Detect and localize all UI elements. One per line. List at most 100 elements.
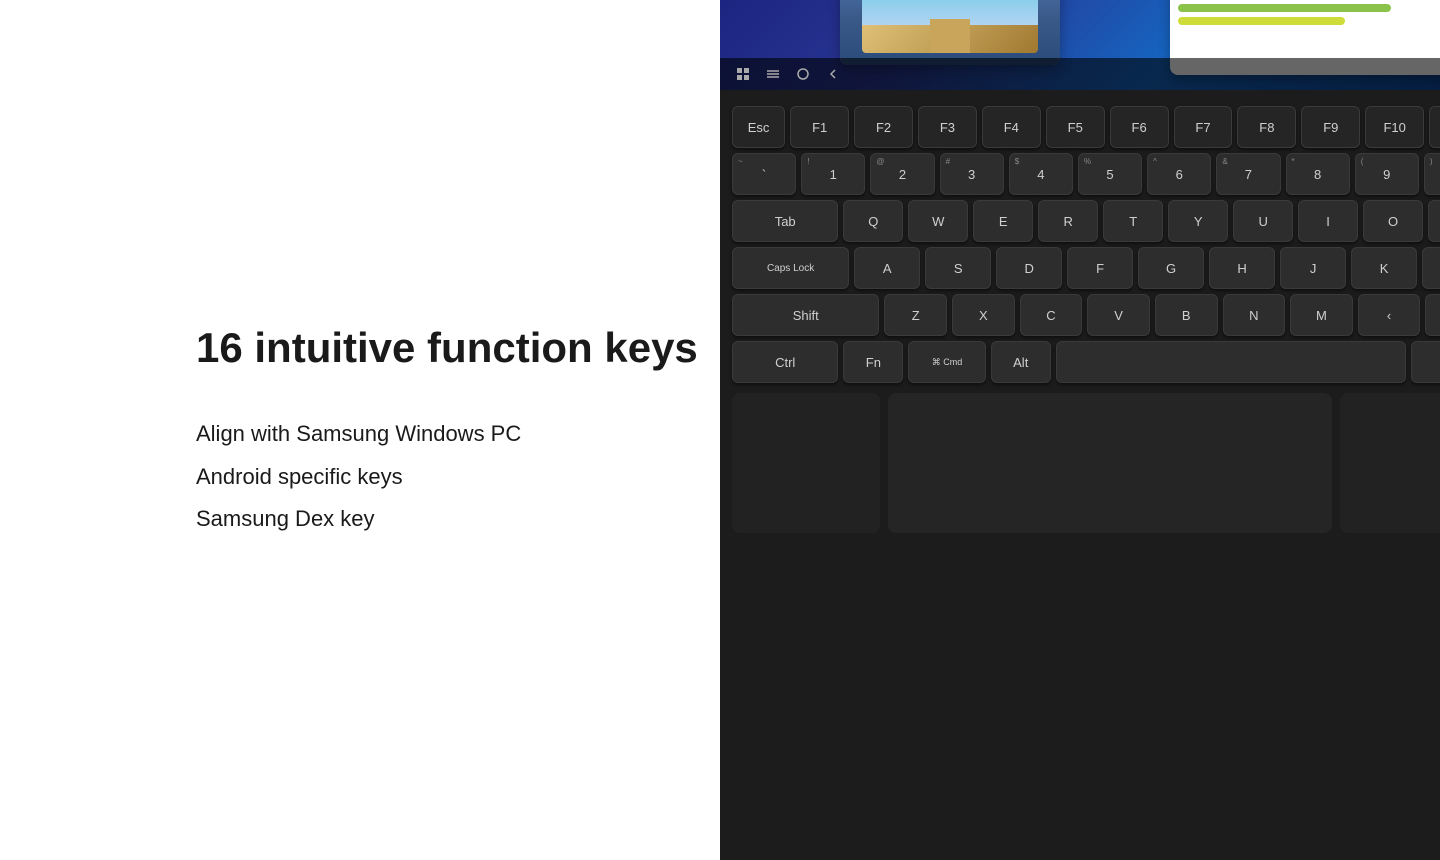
feature-item-2: Android specific keys bbox=[196, 462, 700, 493]
caps-key-row: Caps Lock A S D F G H J K L bbox=[732, 247, 1440, 289]
key-0[interactable]: ) 0 bbox=[1424, 153, 1440, 195]
key-3[interactable]: # 3 bbox=[940, 153, 1004, 195]
key-n[interactable]: N bbox=[1223, 294, 1286, 336]
key-f9-label: F9 bbox=[1323, 120, 1338, 135]
page-heading: 16 intuitive function keys bbox=[196, 325, 700, 371]
photos-window-body bbox=[840, 0, 1060, 65]
key-o[interactable]: O bbox=[1363, 200, 1423, 242]
key-z[interactable]: Z bbox=[884, 294, 947, 336]
key-space[interactable] bbox=[1056, 341, 1406, 383]
key-f6-label: F6 bbox=[1132, 120, 1147, 135]
feature-list: Align with Samsung Windows PC Android sp… bbox=[196, 419, 700, 535]
key-cmd[interactable]: ⌘ Cmd bbox=[908, 341, 985, 383]
ctrl-key-row: Ctrl Fn ⌘ Cmd Alt Lang bbox=[732, 341, 1440, 383]
key-arrow-right[interactable]: › bbox=[1425, 294, 1440, 336]
key-tab[interactable]: Tab bbox=[732, 200, 838, 242]
key-6[interactable]: ^ 6 bbox=[1147, 153, 1211, 195]
key-shift-left[interactable]: Shift bbox=[732, 294, 879, 336]
fn-key-row: Esc F1 F2 F3 F4 F5 bbox=[732, 106, 1440, 148]
key-f2[interactable]: F2 bbox=[854, 106, 913, 148]
key-l[interactable]: L bbox=[1422, 247, 1440, 289]
key-f7-label: F7 bbox=[1195, 120, 1210, 135]
taskbar-menu-icon bbox=[766, 67, 780, 81]
feature-item-1: Align with Samsung Windows PC bbox=[196, 419, 700, 450]
key-f8[interactable]: F8 bbox=[1237, 106, 1296, 148]
key-c[interactable]: C bbox=[1020, 294, 1083, 336]
taskbar bbox=[720, 58, 1440, 90]
key-4[interactable]: $ 4 bbox=[1009, 153, 1073, 195]
key-tilde[interactable]: ~ ` bbox=[732, 153, 796, 195]
key-b[interactable]: B bbox=[1155, 294, 1218, 336]
key-r[interactable]: R bbox=[1038, 200, 1098, 242]
key-caps-lock[interactable]: Caps Lock bbox=[732, 247, 849, 289]
key-f3[interactable]: F3 bbox=[918, 106, 977, 148]
photo-image bbox=[862, 0, 1038, 53]
trackpad-area bbox=[732, 393, 1440, 533]
key-f4[interactable]: F4 bbox=[982, 106, 1041, 148]
key-a[interactable]: A bbox=[854, 247, 920, 289]
key-fn[interactable]: Fn bbox=[843, 341, 903, 383]
key-1[interactable]: ! 1 bbox=[801, 153, 865, 195]
key-alt[interactable]: Alt bbox=[991, 341, 1051, 383]
key-s[interactable]: S bbox=[925, 247, 991, 289]
key-g[interactable]: G bbox=[1138, 247, 1204, 289]
left-panel: 16 intuitive function keys Align with Sa… bbox=[0, 0, 700, 860]
right-panel: Pictures Albums Daily Tra bbox=[700, 0, 1440, 860]
key-esc[interactable]: Esc bbox=[732, 106, 785, 148]
tablet-screen: Pictures Albums Daily Tra bbox=[720, 0, 1440, 90]
key-8[interactable]: * 8 bbox=[1286, 153, 1350, 195]
key-f11[interactable]: F11 bbox=[1429, 106, 1440, 148]
key-7[interactable]: & 7 bbox=[1216, 153, 1280, 195]
trackpad-main[interactable] bbox=[888, 393, 1332, 533]
key-f3-label: F3 bbox=[940, 120, 955, 135]
key-d[interactable]: D bbox=[996, 247, 1062, 289]
key-f10-label: F10 bbox=[1383, 120, 1405, 135]
key-k[interactable]: K bbox=[1351, 247, 1417, 289]
key-5[interactable]: % 5 bbox=[1078, 153, 1142, 195]
key-m[interactable]: M bbox=[1290, 294, 1353, 336]
key-f8-label: F8 bbox=[1259, 120, 1274, 135]
key-f2-label: F2 bbox=[876, 120, 891, 135]
key-arrow-left[interactable]: ‹ bbox=[1358, 294, 1421, 336]
device: Pictures Albums Daily Tra bbox=[720, 0, 1440, 860]
key-2[interactable]: @ 2 bbox=[870, 153, 934, 195]
key-f1[interactable]: F1 bbox=[790, 106, 849, 148]
taskbar-back-icon bbox=[826, 67, 840, 81]
shift-key-row: Shift Z X C V B N M ‹ › bbox=[732, 294, 1440, 336]
keyboard-body: Esc F1 F2 F3 F4 F5 bbox=[720, 90, 1440, 860]
key-w[interactable]: W bbox=[908, 200, 968, 242]
bar-chart bbox=[1170, 0, 1440, 38]
bar-2 bbox=[1178, 4, 1391, 12]
screen-content: Pictures Albums Daily Tra bbox=[720, 0, 1440, 90]
key-y[interactable]: Y bbox=[1168, 200, 1228, 242]
key-v[interactable]: V bbox=[1087, 294, 1150, 336]
key-i[interactable]: I bbox=[1298, 200, 1358, 242]
taskbar-circle-icon bbox=[796, 67, 810, 81]
key-e[interactable]: E bbox=[973, 200, 1033, 242]
trackpad-left bbox=[732, 393, 880, 533]
key-esc-label: Esc bbox=[748, 120, 770, 135]
key-f5-label: F5 bbox=[1068, 120, 1083, 135]
photos-app-window: Pictures Albums bbox=[840, 0, 1060, 65]
key-f5[interactable]: F5 bbox=[1046, 106, 1105, 148]
key-ctrl[interactable]: Ctrl bbox=[732, 341, 838, 383]
feature-item-3: Samsung Dex key bbox=[196, 504, 700, 535]
key-f10[interactable]: F10 bbox=[1365, 106, 1424, 148]
key-p[interactable]: P bbox=[1428, 200, 1440, 242]
key-9[interactable]: ( 9 bbox=[1355, 153, 1419, 195]
photo-building bbox=[930, 19, 970, 53]
key-u[interactable]: U bbox=[1233, 200, 1293, 242]
key-j[interactable]: J bbox=[1280, 247, 1346, 289]
key-f[interactable]: F bbox=[1067, 247, 1133, 289]
key-f7[interactable]: F7 bbox=[1174, 106, 1233, 148]
key-h[interactable]: H bbox=[1209, 247, 1275, 289]
key-x[interactable]: X bbox=[952, 294, 1015, 336]
key-t[interactable]: T bbox=[1103, 200, 1163, 242]
trackpad-right bbox=[1340, 393, 1440, 533]
key-f9[interactable]: F9 bbox=[1301, 106, 1360, 148]
keyboard-inner: Esc F1 F2 F3 F4 F5 bbox=[720, 90, 1440, 860]
key-f6[interactable]: F6 bbox=[1110, 106, 1169, 148]
key-lang[interactable]: Lang bbox=[1411, 341, 1440, 383]
tab-key-row: Tab Q W E R T Y U I O P bbox=[732, 200, 1440, 242]
key-q[interactable]: Q bbox=[843, 200, 903, 242]
